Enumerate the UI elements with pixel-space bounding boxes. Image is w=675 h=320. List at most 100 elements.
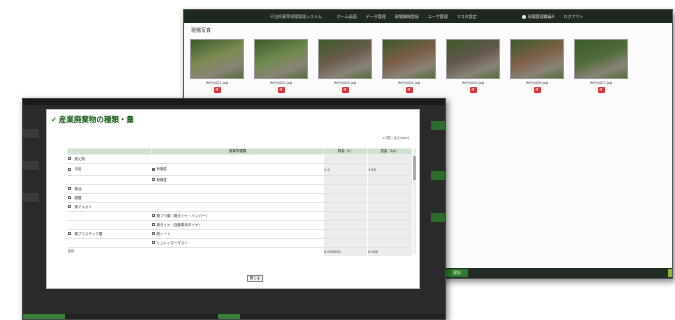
waste-category-cell: 廃アルカリ (67, 202, 152, 212)
logout-link[interactable]: ログアウト (563, 14, 583, 20)
nav-master[interactable]: マスタ設定 (457, 14, 477, 20)
site-photo[interactable] (446, 39, 500, 79)
weight-input[interactable] (367, 193, 412, 203)
weight-input[interactable] (367, 184, 412, 194)
subtype-checkbox[interactable] (151, 232, 155, 235)
category-label (68, 214, 70, 218)
corner-button[interactable] (668, 269, 672, 277)
delete-photo-button[interactable]: × (405, 87, 413, 93)
table-row: 廃アルカリ (67, 202, 412, 212)
site-photo[interactable] (254, 39, 308, 79)
delete-photo-button[interactable]: × (469, 87, 477, 93)
screenshot-stage: 不法投棄等現場管理システム ホーム画面 データ管理 現場情報登録 ユーザ管理 マ… (0, 0, 675, 320)
volume-input[interactable] (323, 193, 368, 203)
photo-item: IMG0002.jpg × (254, 39, 308, 93)
scrollbar[interactable] (413, 148, 416, 254)
subtype-label: シュレッダーダスト (156, 240, 188, 245)
subtype-label: 有機性 (156, 167, 168, 171)
waste-modal: ✔ 産業廃棄物の種類・量 × 閉じる(Close) 廃棄物種類 数量（t） 重量… (46, 109, 420, 289)
category-checkbox[interactable] (67, 232, 71, 235)
category-checkbox[interactable] (67, 157, 71, 160)
photo-item: IMG0003.jpg × (318, 39, 372, 93)
nav-users[interactable]: ユーザ管理 (428, 14, 448, 20)
weight-input[interactable] (367, 154, 412, 164)
category-label: 廃プラスチック類 (74, 231, 103, 236)
side-tab[interactable] (23, 129, 39, 138)
category-label: 廃酸 (74, 195, 82, 200)
waste-category-cell (67, 175, 152, 185)
subtype-checkbox[interactable] (151, 178, 155, 181)
nav-home[interactable]: ホーム画面 (337, 14, 357, 20)
close-button[interactable]: 閉じる (247, 275, 263, 282)
volume-input[interactable] (323, 154, 368, 164)
photo-caption: IMG0006.jpg (525, 81, 549, 85)
waste-subtype-cell (151, 154, 324, 164)
nav-site-register[interactable]: 現場情報登録 (395, 14, 419, 20)
total-row: 合計 0.000000 0.000 (67, 247, 412, 256)
waste-category-cell: 廃油 (67, 184, 152, 194)
weight-input[interactable]: 1.50 (367, 163, 412, 176)
category-checkbox[interactable] (67, 167, 71, 171)
weight-input[interactable] (367, 202, 412, 212)
volume-input[interactable] (323, 238, 368, 248)
total-label: 合計 (67, 249, 75, 254)
side-tab[interactable] (23, 161, 39, 170)
waste-subtype-cell: 廃タイヤ（自動車用タイヤ） (151, 220, 324, 230)
photo-item: IMG0007.jpg × (574, 39, 628, 93)
app-header: 不法投棄等現場管理システム ホーム画面 データ管理 現場情報登録 ユーザ管理 マ… (184, 10, 672, 23)
delete-photo-button[interactable]: × (533, 87, 541, 93)
volume-input[interactable]: 1.5 (323, 163, 368, 176)
delete-photo-button[interactable]: × (597, 87, 605, 93)
site-photo[interactable] (318, 39, 372, 79)
category-checkbox[interactable] (67, 205, 71, 208)
window-topbar (23, 99, 445, 105)
weight-input[interactable] (367, 220, 412, 230)
site-photo[interactable] (382, 39, 436, 79)
right-tab[interactable] (431, 171, 445, 180)
weight-input[interactable] (367, 175, 412, 185)
site-photo[interactable] (190, 39, 244, 79)
table-row: 汚泥 有機性 1.5 1.50 (67, 163, 412, 176)
subtype-checkbox[interactable] (151, 241, 155, 244)
nav-data[interactable]: データ管理 (366, 14, 386, 20)
subtype-checkbox[interactable] (151, 223, 155, 226)
volume-input[interactable] (323, 202, 368, 212)
subtype-checkbox[interactable] (151, 214, 155, 217)
subtype-label: 廃シート (156, 231, 171, 236)
total-weight: 0.000 (367, 247, 412, 256)
scrollbar-thumb[interactable] (413, 156, 416, 180)
volume-input[interactable] (323, 184, 368, 194)
table-row: 廃タイヤ（自動車用タイヤ） (67, 220, 412, 230)
photo-caption: IMG0005.jpg (461, 81, 485, 85)
volume-input[interactable] (323, 220, 368, 230)
delete-photo-button[interactable]: × (213, 87, 221, 93)
right-tab[interactable] (431, 121, 445, 130)
subtype-checkbox[interactable] (151, 167, 155, 171)
volume-input[interactable] (323, 211, 368, 221)
weight-input[interactable] (367, 229, 412, 239)
delete-photo-button[interactable]: × (341, 87, 349, 93)
site-photo[interactable] (510, 39, 564, 79)
photo-caption: IMG0002.jpg (269, 81, 293, 85)
side-tab[interactable] (23, 193, 39, 202)
category-checkbox[interactable] (67, 196, 71, 199)
waste-category-cell (67, 211, 152, 221)
weight-input[interactable] (367, 211, 412, 221)
delete-photo-button[interactable]: × (277, 87, 285, 93)
volume-input[interactable] (323, 175, 368, 185)
weight-input[interactable] (367, 238, 412, 248)
waste-subtype-cell: 有機性 (151, 163, 324, 176)
bottom-button[interactable] (23, 314, 65, 319)
site-photo[interactable] (574, 39, 628, 79)
close-link[interactable]: × 閉じる(Close) (382, 136, 409, 141)
waste-category-cell: 廃プラスチック類 (67, 229, 152, 239)
category-checkbox[interactable] (67, 187, 71, 190)
right-tab[interactable] (431, 213, 445, 222)
waste-subtype-cell (151, 184, 324, 194)
table-row: 廃プラスチック類 廃シート (67, 229, 412, 239)
user-menu[interactable]: 現場管理職員A (521, 14, 554, 20)
volume-input[interactable] (323, 229, 368, 239)
bottom-button[interactable] (218, 314, 240, 319)
photo-item: IMG0004.jpg × (382, 39, 436, 93)
save-button[interactable]: 保存 (446, 269, 468, 277)
